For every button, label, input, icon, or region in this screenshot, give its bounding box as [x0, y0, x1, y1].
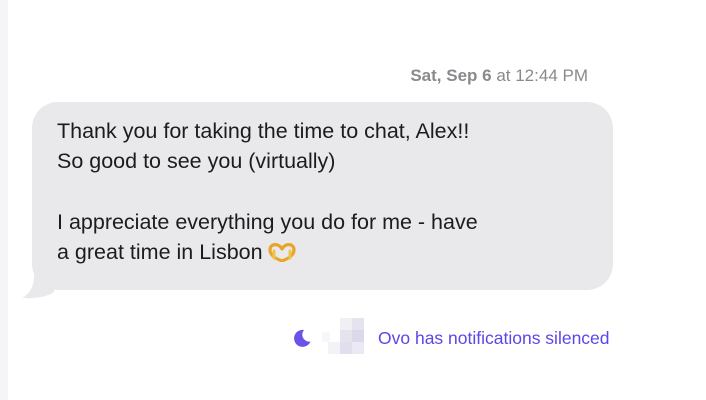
message-line: So good to see you (virtually)	[57, 149, 336, 173]
heart-hands-icon	[267, 243, 296, 262]
message-line-text: a great time in Lisbon	[57, 240, 263, 264]
received-message-bubble[interactable]: Thank you for taking the time to chat, A…	[32, 102, 613, 290]
timestamp-date: Sat, Sep 6	[410, 66, 492, 85]
message-paragraph-gap	[57, 176, 593, 207]
message-line-with-emoji: a great time in Lisbon	[57, 237, 593, 267]
notifications-silenced-text: Ovo has notifications silenced	[378, 327, 610, 348]
window-left-edge	[0, 0, 8, 400]
avatar	[322, 318, 364, 354]
moon-icon	[294, 329, 311, 347]
message-line: Thank you for taking the time to chat, A…	[57, 119, 470, 143]
notifications-silenced-status: Ovo has notifications silenced	[292, 318, 610, 358]
message-line: I appreciate everything you do for me - …	[57, 210, 478, 234]
timestamp-time: at 12:44 PM	[496, 66, 588, 85]
message-timestamp: Sat, Sep 6 at 12:44 PM	[410, 66, 588, 86]
